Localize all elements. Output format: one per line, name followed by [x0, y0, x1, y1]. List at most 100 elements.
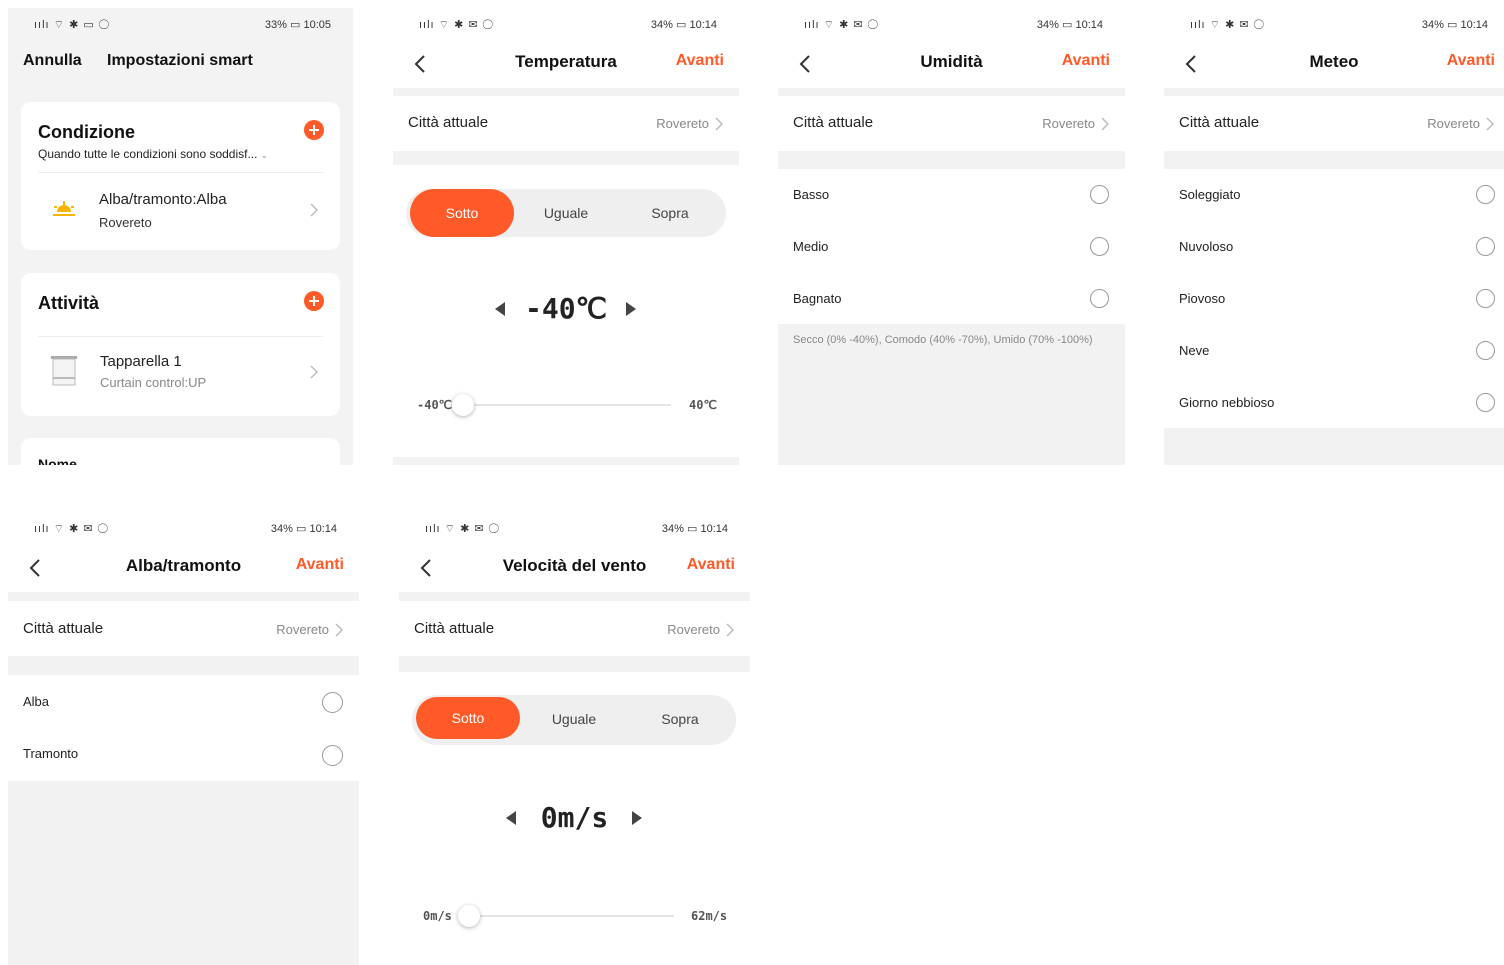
option-label: Nuvoloso: [1179, 239, 1234, 254]
condition-mode-dropdown[interactable]: Quando tutte le condizioni sono soddisf.…: [38, 147, 268, 161]
current-city-row[interactable]: Città attuale Rovereto: [393, 96, 739, 151]
slider-min-label: -40℃: [417, 398, 453, 412]
temperature-slider-knob[interactable]: [452, 394, 474, 416]
city-value: Rovereto: [1042, 116, 1095, 131]
radio-button[interactable]: [1090, 185, 1109, 204]
option-label: Tramonto: [23, 746, 79, 761]
comparison-segmented-control: Sotto Uguale Sopra: [406, 189, 726, 237]
status-icons: ıılı ⌔ ✱ ✉ ◯: [1190, 19, 1265, 31]
curtain-icon: [51, 356, 77, 386]
smart-settings-screen: ıılı ⌔ ✱ ▭ ◯ 33% ▭ 10:05 Annulla Imposta…: [8, 8, 353, 465]
status-right: 34% ▭ 10:14: [1421, 19, 1488, 31]
radio-button[interactable]: [322, 692, 343, 713]
status-right: 33% ▭ 10:05: [264, 19, 331, 31]
radio-button[interactable]: [1090, 289, 1109, 308]
current-city-row[interactable]: Città attuale Rovereto: [399, 601, 750, 656]
option-label: Bagnato: [793, 291, 842, 306]
option-row[interactable]: Piovoso: [1164, 273, 1504, 325]
radio-button[interactable]: [1476, 341, 1495, 360]
radio-button[interactable]: [1476, 289, 1495, 308]
current-city-row[interactable]: Città attuale Rovereto: [8, 601, 359, 656]
weather-options: Soleggiato Nuvoloso Piovoso Neve Giorno …: [1164, 169, 1504, 428]
city-label: Città attuale: [23, 620, 104, 637]
activity-item[interactable]: Tapparella 1 Curtain control:UP: [21, 337, 340, 416]
chevron-right-icon: [1486, 117, 1494, 131]
option-row[interactable]: Neve: [1164, 325, 1504, 377]
section-gap: [399, 656, 750, 672]
radio-button[interactable]: [1476, 237, 1495, 256]
segment-above[interactable]: Sopra: [618, 189, 722, 237]
option-row[interactable]: Basso: [778, 169, 1125, 221]
status-bar: ıılı ⌔ ✱ ✉ ◯ 34% ▭ 10:14: [8, 512, 359, 544]
slider-max-label: 62m/s: [691, 909, 728, 923]
segment-equal[interactable]: Uguale: [514, 189, 618, 237]
segment-above[interactable]: Sopra: [628, 695, 732, 743]
sunrise-sunset-screen: ıılı ⌔ ✱ ✉ ◯ 34% ▭ 10:14 Alba/tramonto A…: [8, 512, 359, 965]
option-row[interactable]: Soleggiato: [1164, 169, 1504, 221]
next-button[interactable]: Avanti: [1447, 52, 1495, 70]
segment-below[interactable]: Sotto: [410, 189, 514, 237]
status-bar: ıılı ⌔ ✱ ✉ ◯ 34% ▭ 10:14: [1164, 8, 1504, 40]
weather-screen: ıılı ⌔ ✱ ✉ ◯ 34% ▭ 10:14 Meteo Avanti Ci…: [1164, 8, 1504, 465]
option-row[interactable]: Nuvoloso: [1164, 221, 1504, 273]
wind-speed-value: 0m/s: [540, 801, 609, 834]
current-city-row[interactable]: Città attuale Rovereto: [1164, 96, 1504, 151]
city-value: Rovereto: [276, 622, 329, 637]
next-button[interactable]: Avanti: [1062, 52, 1110, 70]
condition-item[interactable]: Alba/tramonto:Alba Rovereto: [21, 173, 340, 250]
option-label: Alba: [23, 694, 50, 709]
comparison-panel: Sotto Uguale Sopra 0m/s 0m/s 62m/s: [399, 672, 750, 965]
option-row[interactable]: Alba: [8, 675, 359, 727]
city-value: Rovereto: [656, 116, 709, 131]
temperature-screen: ıılı ⌔ ✱ ✉ ◯ 34% ▭ 10:14 Temperatura Ava…: [393, 8, 739, 465]
segment-below[interactable]: Sotto: [416, 697, 520, 739]
chevron-down-icon: ⌄: [260, 151, 268, 160]
add-condition-button[interactable]: [304, 120, 324, 140]
chevron-right-icon: [715, 117, 723, 131]
option-label: Basso: [793, 187, 830, 202]
next-button[interactable]: Avanti: [676, 52, 724, 70]
activity-item-title: Tapparella 1: [100, 353, 182, 370]
status-bar: ıılı ⌔ ✱ ✉ ◯ 34% ▭ 10:14: [399, 512, 750, 544]
activity-item-sub: Curtain control:UP: [100, 375, 207, 390]
name-label: Nome: [38, 456, 77, 465]
header: Velocità del vento Avanti: [399, 544, 750, 592]
sun-options: Alba Tramonto: [8, 675, 359, 781]
next-button[interactable]: Avanti: [296, 556, 344, 574]
increase-arrow-icon[interactable]: [632, 811, 642, 825]
option-row[interactable]: Tramonto: [8, 728, 359, 780]
chevron-right-icon: [726, 623, 734, 637]
option-row[interactable]: Giorno nebbioso: [1164, 377, 1504, 429]
option-row[interactable]: Medio: [778, 221, 1125, 273]
segment-equal[interactable]: Uguale: [522, 695, 626, 743]
humidity-options: Basso Medio Bagnato: [778, 169, 1125, 324]
city-label: Città attuale: [1179, 114, 1260, 131]
next-button[interactable]: Avanti: [687, 556, 735, 574]
comparison-panel: Sotto Uguale Sopra -40℃ -40℃ 40℃: [393, 165, 739, 457]
humidity-screen: ıılı ⌔ ✱ ✉ ◯ 34% ▭ 10:14 Umidità Avanti …: [778, 8, 1125, 465]
option-row[interactable]: Bagnato: [778, 273, 1125, 325]
status-icons: ıılı ⌔ ✱ ✉ ◯: [804, 19, 879, 31]
option-label: Piovoso: [1179, 291, 1226, 306]
current-city-row[interactable]: Città attuale Rovereto: [778, 96, 1125, 151]
status-bar: ıılı ⌔ ✱ ✉ ◯ 34% ▭ 10:14: [393, 8, 739, 40]
cancel-button[interactable]: Annulla: [23, 52, 82, 70]
condition-item-city: Rovereto: [99, 215, 152, 230]
header: Alba/tramonto Avanti: [8, 544, 359, 592]
radio-button[interactable]: [1090, 237, 1109, 256]
temperature-slider-track[interactable]: [451, 404, 671, 406]
status-right: 34% ▭ 10:14: [650, 19, 717, 31]
header: Temperatura Avanti: [393, 40, 739, 88]
status-icons: ıılı ⌔ ✱ ✉ ◯: [34, 523, 109, 535]
radio-button[interactable]: [322, 745, 343, 766]
add-activity-button[interactable]: [304, 291, 324, 311]
city-label: Città attuale: [414, 620, 495, 637]
chevron-right-icon: [310, 365, 318, 379]
increase-arrow-icon[interactable]: [626, 302, 636, 316]
name-card[interactable]: Nome: [21, 438, 340, 465]
wind-slider-track[interactable]: [459, 915, 674, 917]
radio-button[interactable]: [1476, 393, 1495, 412]
radio-button[interactable]: [1476, 185, 1495, 204]
status-icons: ıılı ⌔ ✱ ✉ ◯: [425, 523, 500, 535]
wind-slider-knob[interactable]: [458, 905, 480, 927]
